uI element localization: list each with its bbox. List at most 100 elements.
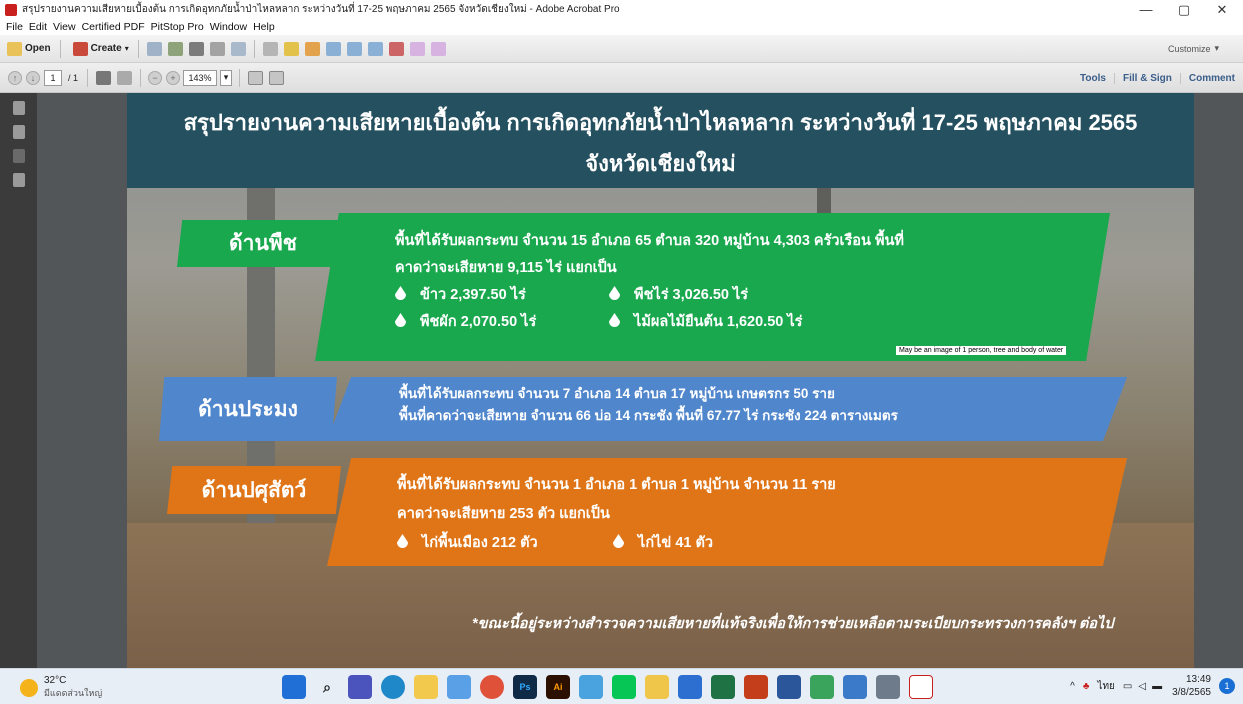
menu-window[interactable]: Window [210,21,247,33]
report-title: สรุปรายงานความเสียหายเบื้องต้น การเกิดอุ… [183,110,1138,135]
menu-certified-pdf[interactable]: Certified PDF [82,21,145,33]
weather-widget[interactable]: 32°C มีแดดส่วนใหญ่ [20,675,102,700]
battery-icon[interactable]: ▬ [1152,681,1162,692]
water-drop-icon [613,534,625,548]
windows-taskbar: 32°C มีแดดส่วนใหญ่ ⌕ Ps Ai ^ ♣ ไทย ▭ ◁ ▬… [0,668,1243,704]
fit-page-icon[interactable] [248,70,264,85]
notification-badge[interactable]: 1 [1219,678,1235,694]
signatures-icon[interactable] [12,149,25,163]
acrobat-taskbar-icon[interactable] [909,675,933,699]
powerpoint-icon[interactable] [744,675,768,699]
display-icon[interactable]: ▭ [1123,681,1132,692]
taskbar-apps: ⌕ Ps Ai [282,675,942,699]
zoom-icon[interactable] [678,675,702,699]
input-language[interactable]: ไทย [1097,679,1114,694]
settings-icon[interactable] [262,41,278,56]
clock[interactable]: 13:49 3/8/2565 [1172,673,1211,699]
zoom-in-button[interactable]: + [166,70,181,85]
app-icon[interactable] [843,675,867,699]
word-icon[interactable] [777,675,801,699]
chevron-down-icon: ▾ [1214,43,1219,53]
clock-date: 3/8/2565 [1172,687,1211,698]
full-screen-icon[interactable] [269,70,285,85]
livestock-item-native-chicken: ไก่พื้นเมือง 212 ตัว [422,535,538,551]
previous-page-button[interactable]: ↑ [8,70,22,85]
comment-icon[interactable] [283,41,299,56]
fishery-info: พื้นที่ได้รับผลกระทบ จำนวน 7 อำเภอ 14 ตำ… [399,383,898,427]
select-icon[interactable] [409,41,425,56]
page-icon[interactable] [325,41,341,56]
pages-icon[interactable] [346,41,362,56]
attachments-icon[interactable] [12,173,25,187]
close-button[interactable]: ✕ [1202,0,1242,19]
edge-icon[interactable] [381,675,405,699]
fishery-line-2: พื้นที่คาดว่าจะเสียหาย จำนวน 66 บ่อ 14 ก… [399,408,898,423]
fishery-line-1: พื้นที่ได้รับผลกระทบ จำนวน 7 อำเภอ 14 ตำ… [399,386,835,401]
edit-icon[interactable] [209,41,225,56]
crops-line-1: พื้นที่ได้รับผลกระทบ จำนวน 15 อำเภอ 65 ต… [395,233,904,249]
report-header: สรุปรายงานความเสียหายเบื้องต้น การเกิดอุ… [127,93,1194,188]
excel-icon[interactable] [711,675,735,699]
store-icon[interactable] [447,675,471,699]
photos-icon[interactable] [579,675,603,699]
calculator-icon[interactable] [876,675,900,699]
highlight-icon[interactable] [304,41,320,56]
open-button[interactable]: Open [0,38,55,60]
menu-edit[interactable]: Edit [29,21,47,33]
hand-tool-icon[interactable] [117,70,133,85]
restore-button[interactable]: ▢ [1164,0,1204,19]
bookmarks-icon[interactable] [12,125,25,139]
save-icon[interactable] [146,41,162,56]
line-icon[interactable] [612,675,636,699]
document-icon[interactable] [367,41,383,56]
comment-link[interactable]: Comment [1179,72,1243,84]
chevron-up-icon[interactable]: ^ [1070,681,1075,692]
minimize-button[interactable]: — [1126,0,1166,19]
zoom-out-button[interactable]: − [148,70,163,85]
menu-view[interactable]: View [53,21,76,33]
teams-icon[interactable] [348,675,372,699]
app-icon[interactable] [810,675,834,699]
menu-pitstop-pro[interactable]: PitStop Pro [151,21,204,33]
search-icon[interactable]: ⌕ [315,675,339,699]
next-page-button[interactable]: ↓ [26,70,40,85]
email-icon[interactable] [230,41,246,56]
livestock-info: พื้นที่ได้รับผลกระทบ จำนวน 1 อำเภอ 1 ตำบ… [397,471,836,558]
toolbar-divider [59,39,61,58]
fishery-label: ด้านประมง [159,377,337,441]
fill-sign-link[interactable]: Fill & Sign [1113,72,1180,84]
temperature: 32°C [44,675,67,686]
toolbar-divider [137,39,139,58]
select-tool-icon[interactable] [96,70,112,85]
start-button[interactable] [282,675,306,699]
select-area-icon[interactable] [430,41,446,56]
page-number-input[interactable]: 1 [44,69,62,86]
image-alt-tooltip: May be an image of 1 person, tree and bo… [896,346,1067,355]
create-pdf-icon [72,41,88,56]
menu-help[interactable]: Help [253,21,275,33]
create-button[interactable]: Create ▾ [66,38,133,60]
volume-icon[interactable]: ◁ [1138,681,1146,692]
livestock-label: ด้านปศุสัตว์ [167,466,341,514]
redact-icon[interactable] [388,41,404,56]
file-explorer-icon[interactable] [414,675,438,699]
customize-button[interactable]: Customize ▾ [1164,38,1223,60]
page-thumbnails-icon[interactable] [12,101,25,115]
zoom-dropdown[interactable]: ▾ [220,69,233,86]
paint-icon[interactable] [645,675,669,699]
navigation-toolbar: ↑ ↓ 1 / 1 − + 143% ▾ Tools Fill & Sign C… [0,63,1243,93]
zoom-input[interactable]: 143% [183,69,218,86]
document-view[interactable]: สรุปรายงานความเสียหายเบื้องต้น การเกิดอุ… [37,93,1243,668]
chrome-icon[interactable] [480,675,504,699]
water-drop-icon [395,286,406,300]
cloud-icon[interactable] [167,41,183,56]
tools-link[interactable]: Tools [1072,73,1114,84]
livestock-item-layer-chicken: ไก่ไข่ 41 ตัว [638,535,714,551]
illustrator-icon[interactable]: Ai [546,675,570,699]
water-drop-icon [395,313,406,327]
photoshop-icon[interactable]: Ps [513,675,537,699]
sun-icon [20,678,38,697]
print-icon[interactable] [188,41,204,56]
network-app-icon[interactable]: ♣ [1083,681,1090,692]
menu-file[interactable]: File [6,21,23,33]
